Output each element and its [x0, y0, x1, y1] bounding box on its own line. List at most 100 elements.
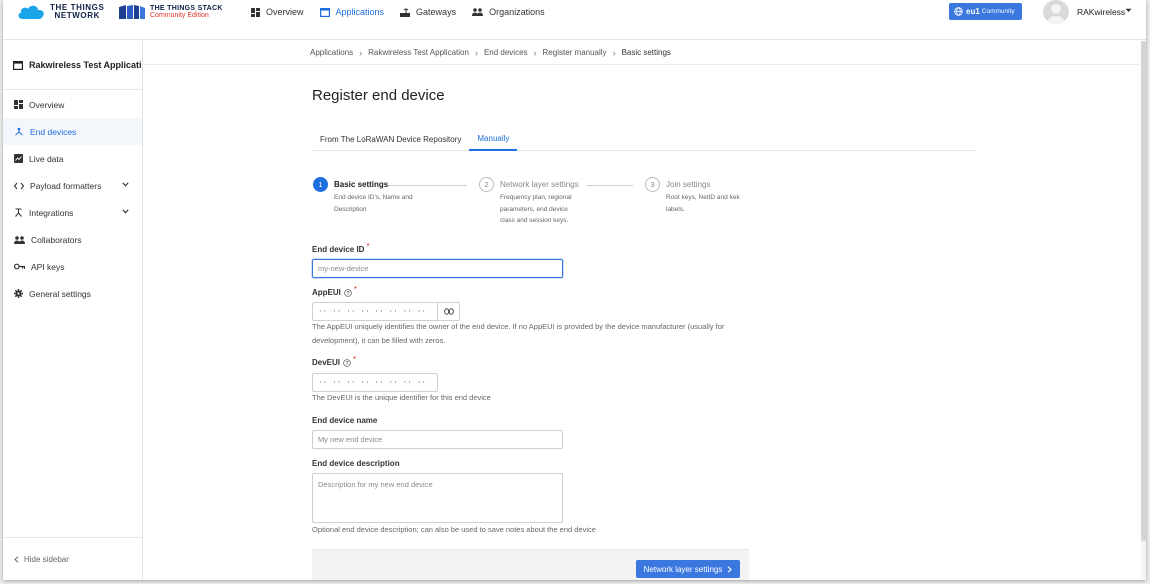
tab-device-repository[interactable]: From The LoRaWAN Device Repository: [312, 128, 469, 151]
required-marker: *: [366, 242, 370, 251]
sidebar-item-end-devices[interactable]: End devices: [3, 118, 142, 145]
sidebar-item-live-data[interactable]: Live data: [3, 145, 142, 172]
app-eui-input[interactable]: ·· ·· ·· ·· ·· ·· ·· ··: [312, 302, 460, 321]
step-desc-line: End device ID's, Name and: [334, 194, 413, 201]
breadcrumb: Applications › Rakwireless Test Applicati…: [144, 41, 1140, 65]
breadcrumb-current: Basic settings: [622, 48, 671, 57]
step-desc-line: class and session keys.: [500, 217, 569, 224]
end-device-name-label-text: End device name: [312, 416, 378, 425]
chevron-right-icon: [727, 565, 733, 573]
network-layer-settings-button[interactable]: Network layer settings: [636, 560, 740, 578]
breadcrumb-item[interactable]: Applications ›: [310, 48, 368, 58]
step-number: 1: [313, 177, 328, 192]
tab-manually[interactable]: Manually: [469, 128, 518, 151]
breadcrumb-item[interactable]: Rakwireless Test Application ›: [368, 48, 484, 58]
user-name[interactable]: RAKwireless: [1077, 7, 1125, 17]
tts-logo-line2: Community Edition: [150, 12, 209, 19]
help-circle-icon[interactable]: ?: [343, 358, 351, 367]
breadcrumb-application[interactable]: Rakwireless Test Application: [368, 48, 469, 57]
page-title: Register end device: [312, 87, 445, 104]
dev-eui-label: DevEUI ? *: [312, 355, 357, 367]
app-eui-label: AppEUI ? *: [312, 285, 358, 297]
sidebar-app-title-label: Rakwireless Test Applicati...: [29, 60, 142, 70]
step-join-settings: 3 Join settings Root keys, NetID and kek…: [645, 177, 740, 215]
globe-icon: [954, 7, 963, 16]
scrollbar-thumb[interactable]: [1141, 41, 1146, 541]
required-marker: *: [353, 285, 358, 294]
app-eui-mask: ·· ·· ·· ·· ·· ·· ·· ··: [318, 307, 427, 316]
nav-overview-label: Overview: [266, 7, 304, 17]
app-eui-help-line: The AppEUI uniquely identifies the owner…: [312, 322, 725, 331]
organizations-icon: [472, 8, 484, 16]
sidebar-app-title[interactable]: Rakwireless Test Applicati...: [3, 41, 142, 90]
end-device-description-input[interactable]: [312, 473, 563, 523]
end-device-description-label: End device description: [312, 459, 400, 468]
breadcrumb-separator-icon: ›: [612, 47, 616, 58]
step-title: Network layer settings: [500, 180, 579, 189]
nav-applications-label: Applications: [335, 7, 385, 17]
collaborators-icon: [14, 235, 25, 244]
end-device-id-label: End device ID *: [312, 242, 370, 254]
dev-eui-label-text: DevEUI: [312, 358, 341, 367]
step-connector: [587, 185, 633, 186]
nav-gateways[interactable]: Gateways: [392, 0, 464, 24]
tts-logo-line1: THE THINGS STACK: [150, 5, 223, 12]
nav-overview[interactable]: Overview: [243, 0, 312, 24]
sidebar-item-overview[interactable]: Overview: [3, 91, 142, 118]
live-data-icon: [14, 154, 23, 163]
end-device-description-label-text: End device description: [312, 459, 400, 468]
sidebar-item-collaborators[interactable]: Collaborators: [3, 226, 142, 253]
page-scrollbar[interactable]: [1141, 41, 1146, 580]
step-number: 3: [645, 177, 660, 192]
ttn-logo[interactable]: THE THINGS NETWORK: [17, 4, 104, 20]
breadcrumb-item[interactable]: Register manually ›: [543, 48, 622, 58]
end-device-id-label-text: End device ID: [312, 245, 365, 254]
main-nav: Overview Applications Gateways Organizat…: [243, 0, 553, 24]
sidebar-item-payload-formatters[interactable]: Payload formatters: [3, 172, 142, 199]
tts-logo[interactable]: THE THINGS STACK Community Edition: [118, 4, 223, 20]
application-icon: [13, 60, 23, 70]
step-basic-settings: 1 Basic settings End device ID's, Name a…: [313, 177, 413, 215]
breadcrumb-end-devices[interactable]: End devices: [484, 48, 528, 57]
breadcrumb-applications[interactable]: Applications: [310, 48, 353, 57]
breadcrumb-item[interactable]: End devices ›: [484, 48, 543, 58]
sidebar-item-api-keys[interactable]: API keys: [3, 253, 142, 280]
step-desc-line: Root keys, NetID and kek: [666, 194, 740, 201]
end-device-name-input[interactable]: [312, 430, 563, 449]
code-icon: [14, 182, 24, 189]
dev-eui-mask: ·· ·· ·· ·· ·· ·· ·· ··: [318, 378, 427, 387]
application-icon: [319, 7, 330, 17]
hide-sidebar-button[interactable]: Hide sidebar: [3, 537, 142, 580]
sidebar-menu: Overview End devices Live data Payload f…: [3, 91, 142, 307]
app-eui-fill-zeros-button[interactable]: [437, 303, 459, 320]
sidebar-item-label: Live data: [29, 153, 64, 164]
chevron-down-icon: [122, 209, 129, 214]
sidebar-item-label: General settings: [29, 288, 91, 299]
sidebar-item-integrations[interactable]: Integrations: [3, 199, 142, 226]
sidebar-item-label: End devices: [30, 126, 77, 137]
breadcrumb-basic-settings: Basic settings: [621, 48, 671, 57]
nav-organizations[interactable]: Organizations: [464, 0, 553, 24]
end-device-description-help: Optional end device description; can als…: [312, 525, 596, 534]
ttn-logo-line2: NETWORK: [54, 11, 100, 20]
cluster-badge[interactable]: eu1 Community: [949, 3, 1022, 20]
breadcrumb-separator-icon: ›: [359, 47, 363, 58]
sidebar-item-label: Overview: [29, 99, 65, 110]
dev-eui-input[interactable]: ·· ·· ·· ·· ·· ·· ·· ··: [312, 373, 438, 392]
end-device-id-input[interactable]: [312, 259, 563, 278]
nav-applications[interactable]: Applications: [312, 0, 393, 24]
nav-gateways-label: Gateways: [416, 7, 457, 17]
register-tabs: From The LoRaWAN Device Repository Manua…: [312, 128, 975, 151]
sidebar-item-general-settings[interactable]: General settings: [3, 280, 142, 307]
help-circle-icon[interactable]: ?: [344, 288, 352, 297]
user-avatar[interactable]: [1043, 0, 1069, 24]
key-icon: [14, 263, 25, 270]
step-network-layer-settings: 2 Network layer settings Frequency plan,…: [479, 177, 579, 227]
integrations-icon: [15, 208, 22, 217]
breadcrumb-register-manually[interactable]: Register manually: [543, 48, 607, 57]
caret-down-icon[interactable]: [1125, 8, 1132, 13]
nav-organizations-label: Organizations: [489, 7, 545, 17]
step-desc-line: Description: [334, 205, 367, 213]
required-marker: *: [353, 355, 357, 364]
sidebar: Rakwireless Test Applicati... Overview E…: [3, 41, 143, 580]
